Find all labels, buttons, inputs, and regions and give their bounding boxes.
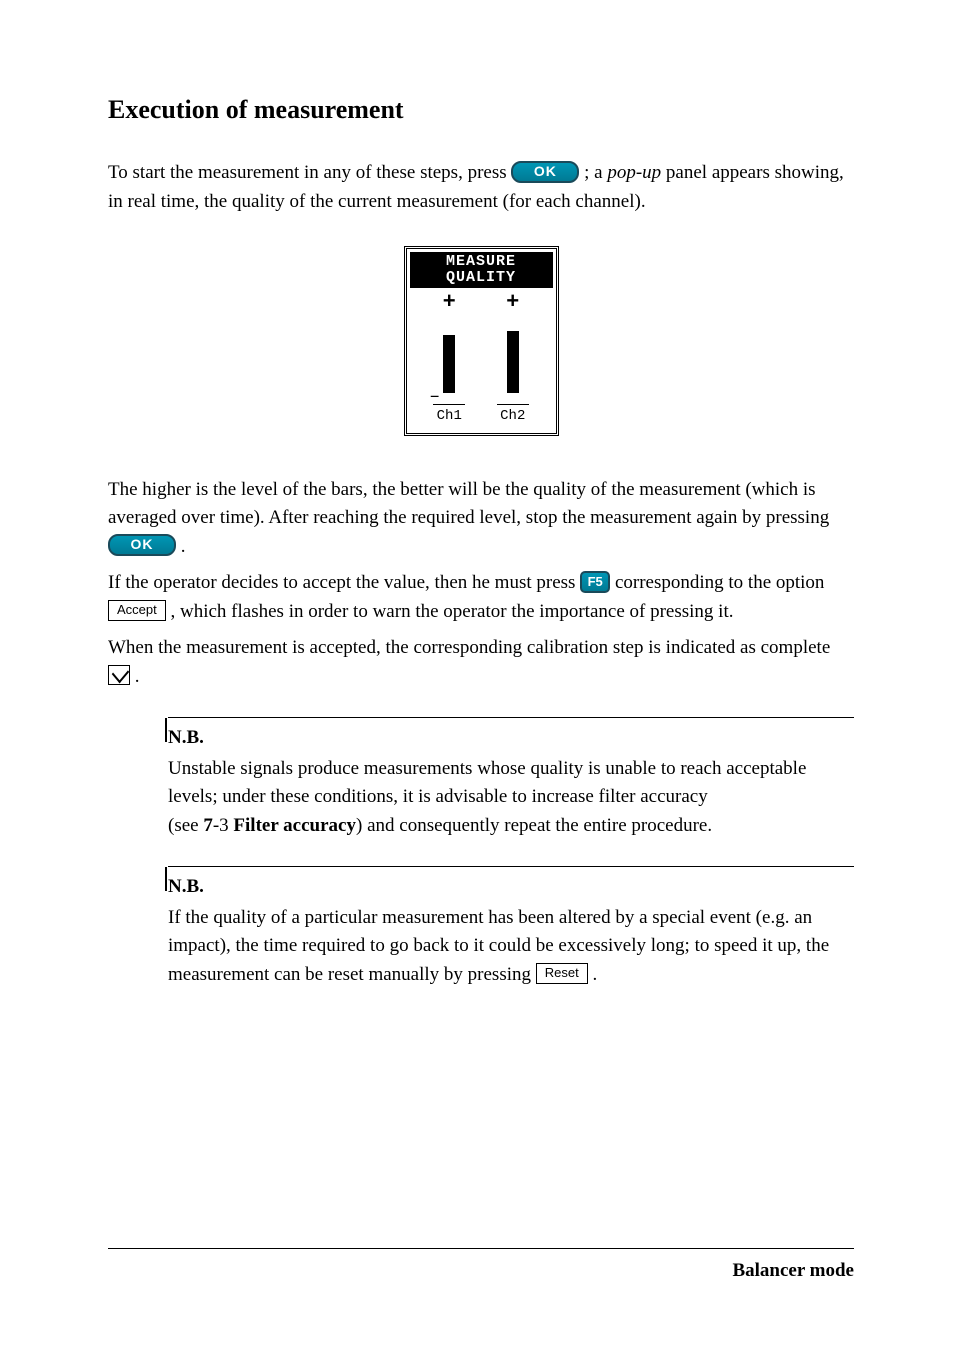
reset-option-button: Reset: [536, 963, 588, 984]
nb1-title: N.B.: [168, 724, 854, 753]
nb2-title: N.B.: [168, 873, 854, 902]
nb1-l2b: 7: [203, 815, 213, 836]
p1-text-b: ; a: [584, 162, 607, 183]
note-block-2: N.B. If the quality of a particular meas…: [168, 866, 854, 989]
ch2-label: Ch2: [497, 404, 529, 427]
nb1-l2c: -3: [213, 815, 234, 836]
nb2-body: If the quality of a particular measureme…: [168, 904, 854, 990]
channel-2: + – Ch2: [493, 292, 533, 427]
nb1-l2e: ) and consequently repeat the entire pro…: [356, 815, 712, 836]
p2-text: The higher is the level of the bars, the…: [108, 479, 829, 529]
p2-end: .: [181, 536, 186, 557]
page-footer: Balancer mode: [108, 1248, 854, 1286]
minus-icon: –: [429, 393, 469, 402]
bar-area-2: [502, 328, 524, 393]
plus-icon: +: [506, 292, 519, 314]
popup-body: + – Ch1 + – Ch2: [410, 288, 553, 427]
measure-quality-popup: MEASURE QUALITY + – Ch1 + – Ch2: [404, 246, 559, 436]
section-heading: Execution of measurement: [108, 90, 854, 129]
nb2-l1: If the quality of a particular measureme…: [168, 907, 829, 985]
nb1-line2: (see 7-3 Filter accuracy) and consequent…: [168, 812, 854, 841]
paragraph-2: The higher is the level of the bars, the…: [108, 476, 854, 562]
ok-button-inline-1: OK: [511, 161, 579, 183]
p1-text-a: To start the measurement in any of these…: [108, 162, 511, 183]
popup-title-l2: QUALITY: [410, 270, 553, 286]
f5-key-icon: F5: [580, 571, 610, 593]
nb1-line1: Unstable signals produce measurements wh…: [168, 755, 854, 812]
p3-text-c: , which flashes in order to warn the ope…: [171, 601, 734, 622]
channel-1: + – Ch1: [429, 292, 469, 427]
nb1-l2d: Filter accuracy: [233, 815, 356, 836]
p3-text-a: If the operator decides to accept the va…: [108, 572, 580, 593]
nb2-l2: .: [592, 964, 597, 985]
p3-text-b: corresponding to the option: [615, 572, 825, 593]
ch1-label: Ch1: [433, 404, 465, 427]
note-block-1: N.B. Unstable signals produce measuremen…: [168, 717, 854, 840]
p4-text-b: .: [135, 666, 140, 687]
paragraph-3: If the operator decides to accept the va…: [108, 569, 854, 626]
bar-ch1: [443, 335, 455, 393]
accept-option-button: Accept: [108, 600, 166, 621]
p1-popup-word: pop-up: [607, 162, 661, 183]
p4-text-a: When the measurement is accepted, the co…: [108, 637, 830, 658]
bar-area-1: [438, 328, 460, 393]
popup-header: MEASURE QUALITY: [410, 252, 553, 288]
paragraph-1: To start the measurement in any of these…: [108, 159, 854, 216]
ok-button-inline-2: OK: [108, 534, 176, 556]
checkbox-checked-icon: [108, 665, 130, 685]
plus-icon: +: [443, 292, 456, 314]
paragraph-4: When the measurement is accepted, the co…: [108, 634, 854, 691]
nb1-l2a: (see: [168, 815, 203, 836]
bar-ch2: [507, 331, 519, 393]
popup-title-l1: MEASURE: [410, 254, 553, 270]
